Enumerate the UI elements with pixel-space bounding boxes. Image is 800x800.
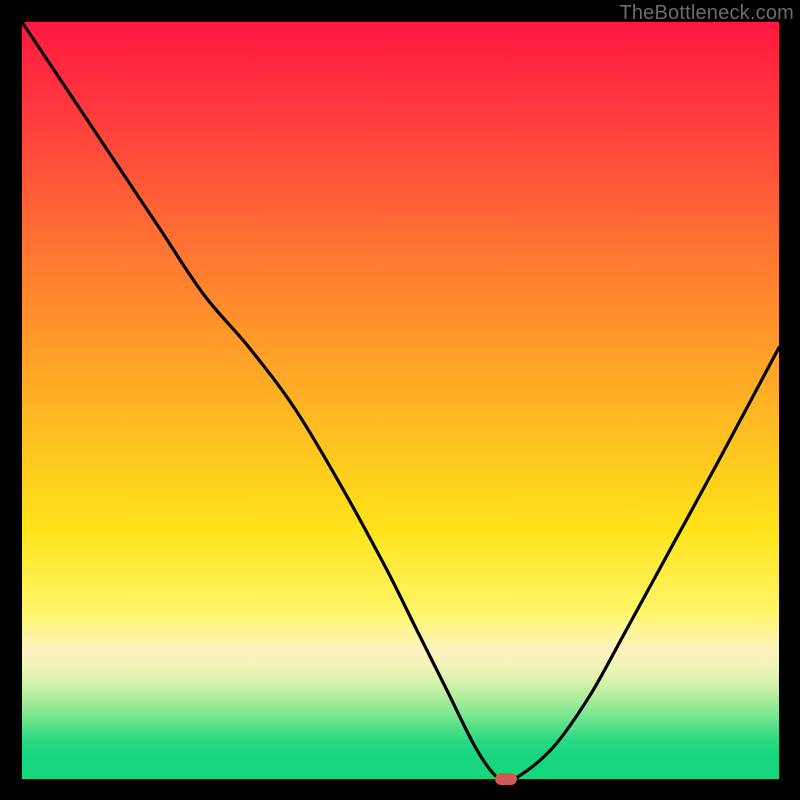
optimal-point-marker <box>495 773 517 785</box>
bottleneck-curve <box>22 22 779 779</box>
curve-path <box>22 22 779 783</box>
chart-frame: TheBottleneck.com <box>0 0 800 800</box>
watermark-text: TheBottleneck.com <box>619 2 794 25</box>
